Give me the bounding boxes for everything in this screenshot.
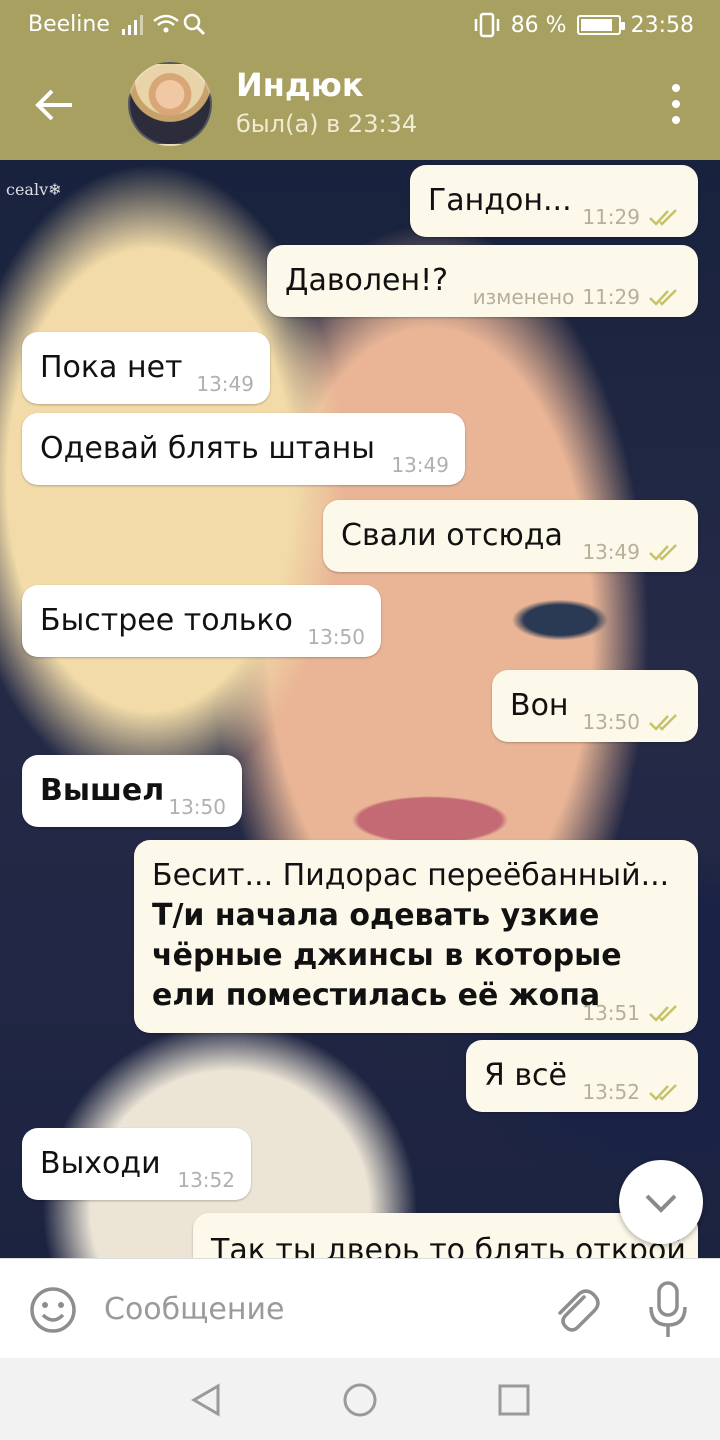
double-check-icon <box>649 289 677 306</box>
status-bar: Beeline 86 % 23:58 <box>0 0 720 48</box>
back-arrow-icon[interactable] <box>30 80 80 130</box>
message-bubble-incoming[interactable]: Пока нет 13:49 <box>22 332 270 404</box>
message-time: 13:49 <box>391 453 449 477</box>
message-text: Бесит... Пидорас переёбанный... <box>152 858 670 893</box>
message-bubble-outgoing[interactable]: Гандон... 11:29 <box>410 165 698 237</box>
message-time: 11:29 <box>582 205 640 229</box>
clock: 23:58 <box>630 12 694 38</box>
message-bubble-incoming[interactable]: Вышел 13:50 <box>22 755 242 827</box>
emoji-icon[interactable] <box>28 1285 78 1335</box>
carrier-label: Beeline <box>28 12 110 37</box>
message-time: 13:51 <box>582 1001 640 1025</box>
message-time: 13:49 <box>582 540 640 564</box>
back-triangle-icon[interactable] <box>186 1380 226 1420</box>
message-text: Вышел <box>40 773 165 808</box>
chevron-down-icon <box>645 1194 677 1213</box>
message-time: 11:29 <box>582 285 640 309</box>
message-time: 13:50 <box>168 795 226 819</box>
chat-header: Индюк был(а) в 23:34 <box>0 48 720 160</box>
vibrate-icon <box>474 12 499 38</box>
message-time: 13:50 <box>582 710 640 734</box>
message-text: Выходи <box>40 1146 161 1181</box>
last-seen-status: был(а) в 23:34 <box>236 110 418 138</box>
paperclip-icon[interactable] <box>550 1283 600 1337</box>
double-check-icon <box>649 209 677 226</box>
message-bubble-outgoing[interactable]: Вон 13:50 <box>492 670 698 742</box>
message-text: Одевай блять штаны <box>40 431 375 466</box>
message-bubble-incoming[interactable]: Быстрее только 13:50 <box>22 585 381 657</box>
message-bubble-outgoing[interactable]: Я всё 13:52 <box>466 1040 698 1112</box>
message-text: Я всё <box>484 1058 568 1093</box>
message-text: Пока нет <box>40 350 183 385</box>
double-check-icon <box>649 1005 677 1022</box>
message-input[interactable] <box>104 1281 524 1337</box>
edited-label: изменено <box>472 285 575 309</box>
signal-wifi-search-icons <box>122 13 206 36</box>
contact-avatar[interactable] <box>128 62 212 146</box>
message-text: Гандон... <box>428 183 572 218</box>
message-time: 13:49 <box>196 372 254 396</box>
recents-square-icon[interactable] <box>494 1380 534 1420</box>
more-vert-icon[interactable] <box>666 84 686 130</box>
double-check-icon <box>649 544 677 561</box>
system-navigation-bar <box>0 1358 720 1440</box>
message-bubble-outgoing[interactable]: Даволен!? изменено 11:29 <box>267 245 698 317</box>
double-check-icon <box>649 714 677 731</box>
message-time: 13:50 <box>307 625 365 649</box>
home-circle-icon[interactable] <box>340 1380 380 1420</box>
message-time: 13:52 <box>582 1080 640 1104</box>
message-text-bold: Т/и начала одевать узкие чёрные джинсы в… <box>152 898 622 1013</box>
background-watermark: cealv❄ <box>6 180 62 199</box>
message-bubble-incoming[interactable]: Выходи 13:52 <box>22 1128 251 1200</box>
message-bubble-incoming[interactable]: Одевай блять штаны 13:49 <box>22 413 465 485</box>
message-text: Вон <box>510 688 569 723</box>
message-input-bar <box>0 1258 720 1358</box>
battery-percent: 86 % <box>510 12 567 38</box>
microphone-icon[interactable] <box>646 1279 690 1341</box>
message-text: Быстрее только <box>40 603 293 638</box>
double-check-icon <box>649 1084 677 1101</box>
message-text: Даволен!? <box>285 263 449 298</box>
message-text: Свали отсюда <box>341 518 563 553</box>
battery-icon <box>576 15 625 35</box>
scroll-down-button[interactable] <box>619 1160 703 1244</box>
chat-background: cealv❄ Гандон... 11:29 Даволен!? изменен… <box>0 160 720 1260</box>
message-time: 13:52 <box>177 1168 235 1192</box>
message-bubble-outgoing[interactable]: Свали отсюда 13:49 <box>323 500 698 572</box>
message-text: Так ты дверь то блять открой <box>211 1233 686 1260</box>
message-bubble-outgoing[interactable]: Бесит... Пидорас переёбанный... Т/и нача… <box>134 840 698 1033</box>
contact-name[interactable]: Индюк <box>236 66 364 104</box>
